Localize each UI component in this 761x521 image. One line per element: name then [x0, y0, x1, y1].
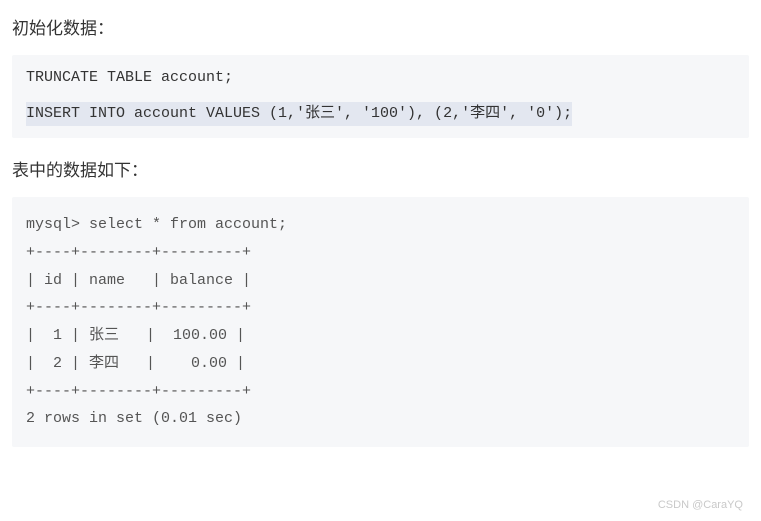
code-block-sql-init: TRUNCATE TABLE account; INSERT INTO acco…	[12, 55, 749, 138]
section-title-data: 表中的数据如下：	[12, 156, 749, 181]
watermark: CSDN @CaraYQ	[658, 499, 743, 511]
mysql-output-block: mysql> select * from account; +----+----…	[12, 197, 749, 447]
sql-truncate-line: TRUNCATE TABLE account;	[26, 67, 735, 90]
section-title-init: 初始化数据：	[12, 14, 749, 39]
sql-insert-line: INSERT INTO account VALUES (1,'张三', '100…	[26, 102, 572, 127]
